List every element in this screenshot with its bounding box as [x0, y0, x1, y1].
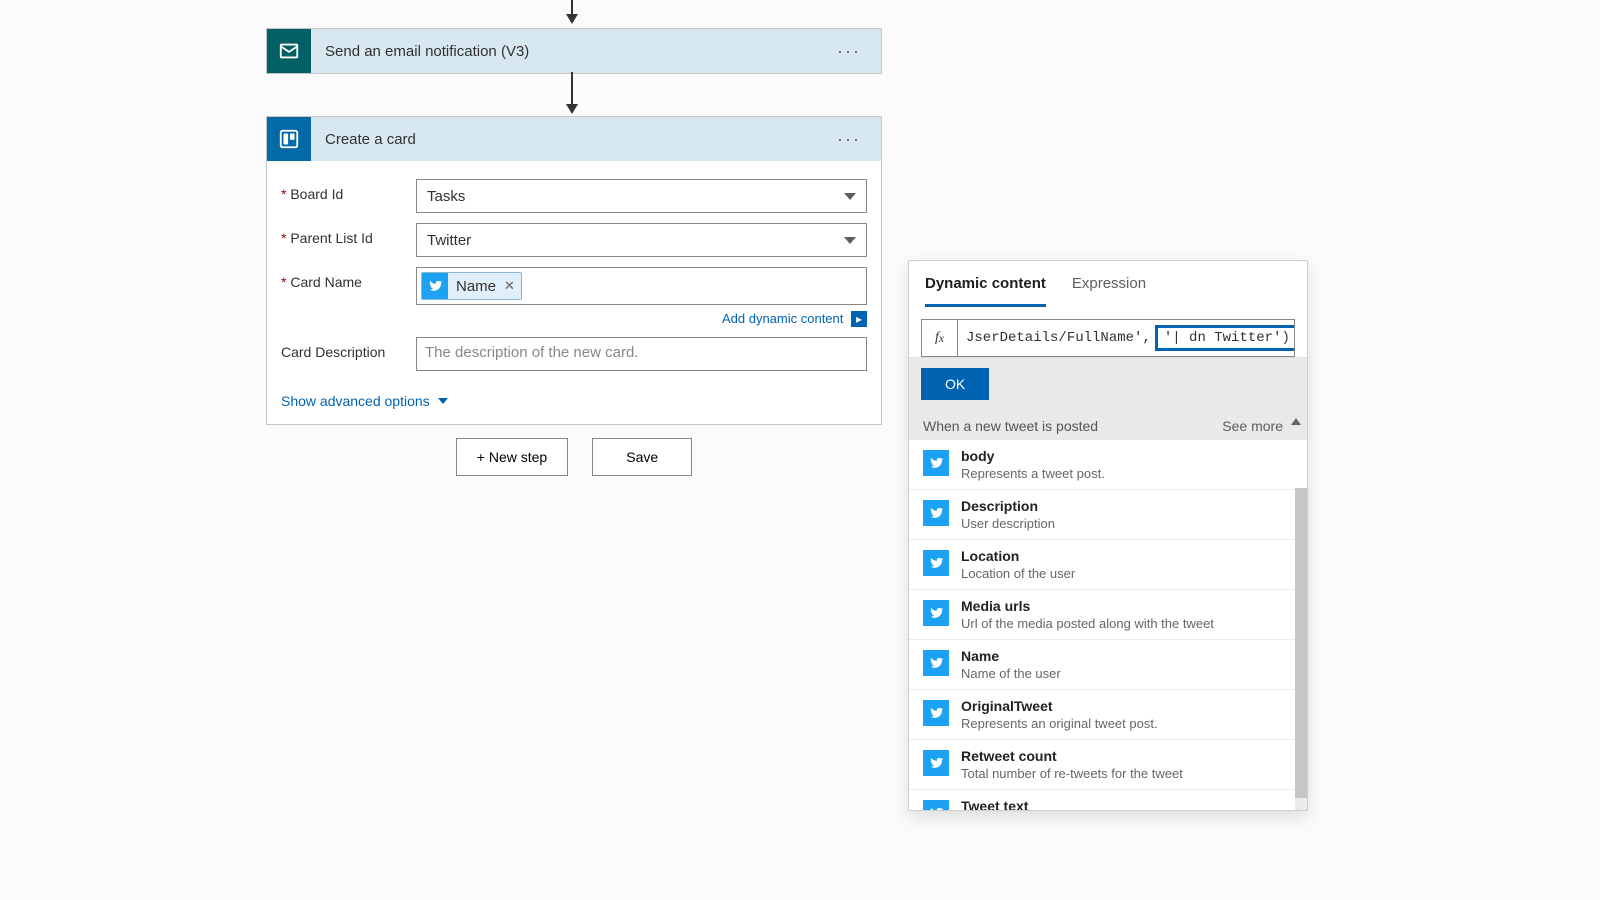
dynamic-item[interactable]: Media urls Url of the media posted along … [909, 590, 1307, 640]
dynamic-item-title: Name [961, 648, 1061, 664]
source-title: When a new tweet is posted [923, 418, 1098, 434]
ok-button[interactable]: OK [921, 368, 989, 400]
step-email-title: Send an email notification (V3) [325, 43, 827, 60]
step-trello: Create a card ··· Board Id Tasks Parent … [266, 116, 882, 425]
dynamic-content-panel: Dynamic content Expression fx JserDetail… [908, 260, 1308, 811]
add-dynamic-link[interactable]: Add dynamic content [722, 311, 843, 326]
scroll-up-icon[interactable] [1291, 418, 1301, 425]
dynamic-item-desc: User description [961, 516, 1055, 531]
expression-text-comma: , [1142, 330, 1150, 346]
tab-dynamic-content[interactable]: Dynamic content [925, 275, 1046, 307]
board-id-select[interactable]: Tasks [416, 179, 867, 213]
expression-highlight: '| dn Twitter') [1155, 325, 1294, 351]
dynamic-content-list: body Represents a tweet post. Description U… [909, 440, 1307, 810]
twitter-icon [923, 450, 949, 476]
card-name-input[interactable]: Name ✕ [416, 267, 867, 305]
dynamic-item-title: body [961, 448, 1105, 464]
twitter-icon [923, 700, 949, 726]
dynamic-item-title: Tweet text [961, 798, 1102, 810]
dynamic-item-desc: Name of the user [961, 666, 1061, 681]
dynamic-item[interactable]: body Represents a tweet post. [909, 440, 1307, 490]
chevron-down-icon [844, 193, 856, 200]
expression-text-prefix: JserDetails/FullName' [966, 330, 1142, 346]
fx-icon: fx [922, 320, 958, 356]
dyn-tabs: Dynamic content Expression [909, 261, 1307, 307]
save-button[interactable]: Save [592, 438, 692, 476]
dynamic-item-desc: Location of the user [961, 566, 1075, 581]
field-card-name: Card Name Name ✕ Add dynamic content [281, 267, 867, 327]
dynamic-item-title: Media urls [961, 598, 1214, 614]
token-label: Name [456, 278, 496, 295]
flow-arrow-2 [571, 72, 573, 112]
card-description-input[interactable]: The description of the new card. [416, 337, 867, 371]
expression-input[interactable]: JserDetails/FullName' , '| dn Twitter') [958, 320, 1294, 356]
flow-arrow-1 [571, 0, 573, 22]
twitter-icon [923, 600, 949, 626]
token-remove[interactable]: ✕ [504, 278, 515, 294]
dynamic-item[interactable]: Tweet textText content of the tweet [909, 790, 1307, 810]
action-buttons: + New step Save [266, 438, 882, 476]
step-email-menu[interactable]: ··· [827, 35, 871, 68]
parent-list-id-select[interactable]: Twitter [416, 223, 867, 257]
tab-expression[interactable]: Expression [1072, 275, 1146, 307]
parent-list-id-value: Twitter [427, 232, 471, 249]
dynamic-item[interactable]: Name Name of the user [909, 640, 1307, 690]
chevron-down-icon [844, 237, 856, 244]
show-advanced-options[interactable]: Show advanced options [281, 393, 448, 409]
parent-list-id-label: Parent List Id [281, 223, 416, 246]
dynamic-item-title: Location [961, 548, 1075, 564]
dynamic-item[interactable]: OriginalTweet Represents an original twee… [909, 690, 1307, 740]
dynamic-item-desc: Represents an original tweet post. [961, 716, 1158, 731]
twitter-icon [923, 500, 949, 526]
mail-icon [267, 29, 311, 73]
field-parent-list-id: Parent List Id Twitter [281, 223, 867, 257]
step-trello-menu[interactable]: ··· [827, 123, 871, 156]
dynamic-item[interactable]: Description User description [909, 490, 1307, 540]
dynamic-item-title: Retweet count [961, 748, 1183, 764]
card-name-label: Card Name [281, 267, 416, 290]
flow-canvas: Send an email notification (V3) ··· Crea… [0, 0, 1600, 900]
chevron-down-icon [438, 398, 448, 404]
board-id-label: Board Id [281, 179, 416, 202]
ok-row: OK [909, 357, 1307, 412]
token-name[interactable]: Name ✕ [421, 272, 522, 300]
board-id-value: Tasks [427, 188, 465, 205]
dynamic-item-title: Description [961, 498, 1055, 514]
field-board-id: Board Id Tasks [281, 179, 867, 213]
dynamic-item-desc: Total number of re-tweets for the tweet [961, 766, 1183, 781]
trello-icon [267, 117, 311, 161]
twitter-icon [923, 550, 949, 576]
dynamic-item[interactable]: Location Location of the user [909, 540, 1307, 590]
step-trello-title: Create a card [325, 131, 827, 148]
scrollbar-thumb[interactable] [1295, 488, 1307, 798]
dynamic-item-title: OriginalTweet [961, 698, 1158, 714]
plus-icon: ▸ [851, 311, 867, 327]
step-email[interactable]: Send an email notification (V3) ··· [266, 28, 882, 74]
expression-input-row: fx JserDetails/FullName' , '| dn Twitter… [921, 319, 1295, 357]
twitter-icon [923, 650, 949, 676]
add-dynamic-content[interactable]: Add dynamic content ▸ [416, 311, 867, 327]
new-step-button[interactable]: + New step [456, 438, 568, 476]
twitter-icon [923, 750, 949, 776]
step-trello-body: Board Id Tasks Parent List Id Twitter [267, 161, 881, 424]
twitter-icon [422, 273, 448, 299]
dynamic-item-desc: Url of the media posted along with the t… [961, 616, 1214, 631]
dynamic-item[interactable]: Retweet count Total number of re-tweets f… [909, 740, 1307, 790]
field-card-description: Card Description The description of the … [281, 337, 867, 371]
source-header: When a new tweet is posted See more [909, 412, 1307, 440]
advanced-label: Show advanced options [281, 393, 430, 409]
step-trello-header[interactable]: Create a card ··· [267, 117, 881, 161]
card-description-label: Card Description [281, 337, 416, 360]
dynamic-item-desc: Represents a tweet post. [961, 466, 1105, 481]
see-more-link[interactable]: See more [1222, 418, 1283, 434]
step-email-header[interactable]: Send an email notification (V3) ··· [267, 29, 881, 73]
twitter-icon [923, 800, 949, 810]
